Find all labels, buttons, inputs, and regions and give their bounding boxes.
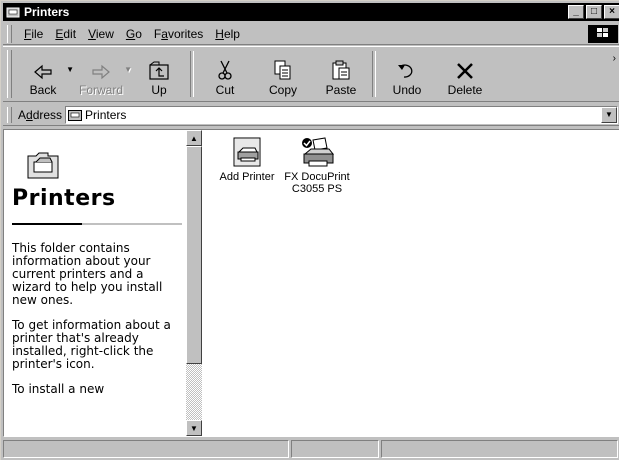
forward-arrow-icon [92,64,110,80]
close-button[interactable]: × [604,5,619,19]
delete-x-icon [457,63,473,79]
toolbar-separator [190,51,194,97]
scroll-thumb[interactable] [186,146,202,364]
back-dropdown-icon[interactable]: ▼ [66,65,74,74]
pane-title: Printers [12,186,116,211]
content-area: Printers This folder contains informatio… [3,129,619,437]
back-button[interactable]: Back ▼ [18,47,74,101]
menu-help[interactable]: Help [209,27,246,41]
add-printer-icon [233,137,261,167]
default-printer-icon [302,137,335,167]
toolbar-separator [372,51,376,97]
menu-edit[interactable]: Edit [49,27,82,41]
window-title: Printers [24,5,70,19]
menu-grip[interactable] [7,24,12,43]
web-view-pane: Printers This folder contains informatio… [4,130,186,436]
menu-favorites[interactable]: Favorites [148,27,209,41]
status-panel [291,440,379,458]
address-dropdown-button[interactable]: ▼ [601,106,617,123]
pane-paragraph: To install a new [12,382,105,396]
title-bar[interactable]: Printers _ □ × [3,3,619,21]
toolbar-grip[interactable] [7,50,12,98]
windows-logo-icon [588,25,618,43]
standard-toolbar: Back ▼ Forward ▼ Up Cut Copy Paste Undo … [3,46,619,102]
undo-icon [398,64,413,78]
toolbar-overflow-icon[interactable]: › [613,53,616,64]
address-bar: Address Printers ▼ [3,104,619,126]
pane-divider [12,223,182,225]
add-printer-item[interactable]: Add Printer [212,136,282,183]
pane-description: This folder contains information about y… [12,242,172,408]
forward-button[interactable]: Forward ▼ [76,47,132,101]
vertical-scrollbar[interactable]: ▲ ▼ [186,130,202,436]
maximize-button[interactable]: □ [586,5,602,19]
menu-bar: File Edit View Go Favorites Help [3,23,619,45]
pane-paragraph: To get information about a printer that'… [12,318,171,371]
address-value: Printers [85,107,127,122]
status-panel [3,440,289,458]
undo-button[interactable]: Undo [382,47,432,101]
back-arrow-icon [34,64,52,80]
explorer-window: Printers _ □ × File Edit View Go Favorit… [0,0,619,460]
printers-folder-icon [6,7,20,18]
up-button[interactable]: Up [134,47,184,101]
scroll-down-button[interactable]: ▼ [186,420,202,436]
address-label: Address [18,107,63,122]
copy-button[interactable]: Copy [258,47,308,101]
scroll-up-button[interactable]: ▲ [186,130,202,146]
clipboard-icon [332,60,350,80]
forward-dropdown-icon[interactable]: ▼ [124,65,132,74]
printer-label: FX DocuPrint C3055 PS [284,171,350,195]
address-input[interactable]: Printers ▼ [65,105,618,124]
minimize-button[interactable]: _ [568,5,584,19]
printers-folder-large-icon [27,152,59,179]
cut-button[interactable]: Cut [200,47,250,101]
file-icon-view: Add Printer FX DocuPrint C3055 PS [202,130,619,436]
paste-button[interactable]: Paste [316,47,366,101]
address-grip[interactable] [7,106,12,123]
menu-file[interactable]: File [18,27,49,41]
menu-go[interactable]: Go [120,27,148,41]
pane-paragraph: This folder contains information about y… [12,241,163,307]
printer-item[interactable]: FX DocuPrint C3055 PS [282,136,352,195]
up-folder-icon [149,61,169,80]
delete-button[interactable]: Delete [440,47,490,101]
menu-view[interactable]: View [82,27,120,41]
printers-folder-icon [68,109,83,121]
scissors-icon [218,60,232,80]
status-bar [3,440,619,460]
status-panel [381,440,618,458]
copy-icon [274,60,291,80]
